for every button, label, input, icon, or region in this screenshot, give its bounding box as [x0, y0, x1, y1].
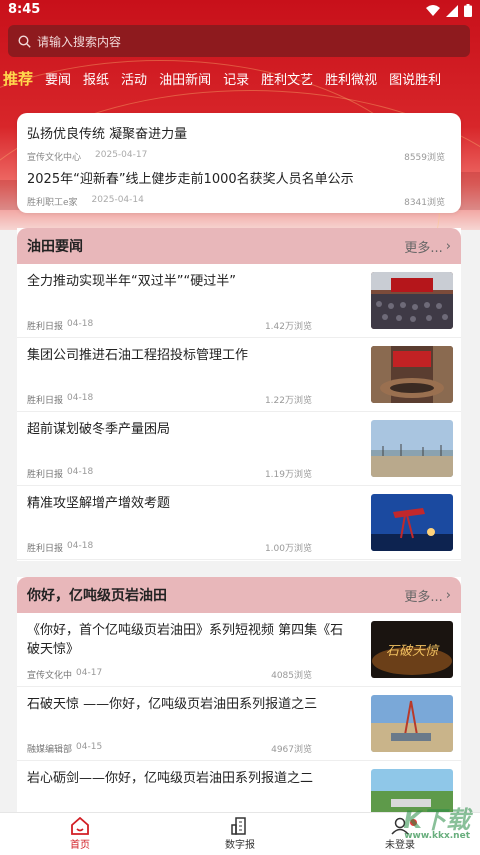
wifi-icon [426, 5, 440, 16]
news-title: 精准攻坚解增产增效考题 [27, 496, 171, 511]
news-meta: 宣传文化中 04-17 4085浏览 [27, 668, 312, 681]
news-item[interactable]: 精准攻坚解增产增效考题 胜利日报 04-18 1.00万浏览 [17, 486, 461, 560]
top-news-title: 2025年“迎新春”线上健步走前1000名获奖人员名单公示 [27, 172, 354, 187]
pumpjack-night-thumbnail[interactable] [371, 494, 453, 551]
tab-headlines[interactable]: 要闻 [39, 69, 77, 88]
section-header: 油田要闻 更多... › [17, 228, 461, 264]
nav-home[interactable]: 首页 [0, 813, 160, 855]
news-date: 04-17 [76, 668, 103, 678]
chevron-right-icon: › [445, 587, 451, 603]
news-item[interactable]: 集团公司推进石油工程招投标管理工作 胜利日报 04-18 1.22万浏览 [17, 338, 461, 412]
news-date: 04-18 [67, 393, 94, 403]
building-icon [231, 817, 246, 835]
tab-recommend[interactable]: 推荐 [0, 68, 39, 89]
category-tabs: 推荐 要闻 报纸 活动 油田新闻 记录 胜利文艺 胜利微视 图说胜利 [0, 64, 480, 92]
section-title: 你好，亿吨级页岩油田 [27, 588, 167, 604]
status-time: 8:45 [8, 2, 41, 17]
tab-photo-stories[interactable]: 图说胜利 [383, 69, 447, 88]
news-meta: 胜利日报 04-18 1.19万浏览 [27, 467, 312, 480]
chevron-right-icon: › [445, 238, 451, 254]
news-title: 石破天惊 ——你好，亿吨级页岩油田系列报道之三 [27, 697, 318, 712]
news-date: 04-15 [76, 742, 103, 752]
nav-digital-paper-label: 数字报 [225, 840, 255, 851]
home-icon [71, 817, 89, 835]
section-title: 油田要闻 [27, 239, 83, 255]
news-item[interactable]: 《你好，首个亿吨级页岩油田》系列短视频 第四集《石破天惊》 宣传文化中 04-1… [17, 613, 461, 687]
news-item[interactable]: 岩心砺剑——你好，亿吨级页岩油田系列报道之二 [17, 761, 461, 812]
news-title: 岩心砺剑——你好，亿吨级页岩油田系列报道之二 [27, 771, 314, 786]
news-date: 04-18 [67, 541, 94, 551]
news-source: 宣传文化中 [27, 671, 73, 681]
meeting-hall-thumbnail[interactable] [371, 272, 453, 329]
search-icon [18, 34, 31, 48]
news-source: 胜利日报 [27, 396, 64, 406]
news-source: 胜利职工e家 [27, 198, 78, 208]
top-news-meta: 胜利职工e家 2025-04-14 8341浏览 [27, 195, 445, 208]
tab-activities[interactable]: 活动 [115, 69, 153, 88]
news-views: 1.00万浏览 [264, 544, 312, 554]
news-date: 04-18 [67, 467, 94, 477]
top-news-card: 弘扬优良传统 凝聚奋进力量 宣传文化中心 2025-04-17 8559浏览 2… [17, 113, 461, 213]
drilling-site-thumbnail[interactable] [371, 695, 453, 752]
news-item[interactable]: 石破天惊 ——你好，亿吨级页岩油田系列报道之三 融媒编辑部 04-15 4967… [17, 687, 461, 761]
news-views: 4085浏览 [271, 671, 312, 681]
tab-literature[interactable]: 胜利文艺 [255, 69, 319, 88]
more-link[interactable]: 更多... › [404, 586, 451, 605]
news-meta: 胜利日报 04-18 1.00万浏览 [27, 541, 312, 554]
news-source: 融媒编辑部 [27, 745, 73, 755]
tab-oilfield-news[interactable]: 油田新闻 [153, 69, 217, 88]
news-meta: 融媒编辑部 04-15 4967浏览 [27, 742, 312, 755]
news-source: 胜利日报 [27, 544, 64, 554]
site-watermark: K下载 www.kkx.net [403, 800, 470, 841]
watermark-text: K下载 [403, 806, 470, 834]
news-source: 宣传文化中心 [27, 153, 82, 163]
top-news-title: 弘扬优良传统 凝聚奋进力量 [27, 127, 188, 142]
news-views: 1.22万浏览 [264, 396, 312, 406]
nav-home-label: 首页 [70, 840, 90, 851]
news-views: 1.19万浏览 [264, 470, 312, 480]
news-views: 8341浏览 [404, 198, 445, 208]
more-link[interactable]: 更多... › [404, 237, 451, 256]
search-placeholder[interactable]: 请输入搜索内容 [37, 33, 121, 50]
news-meta: 胜利日报 04-18 1.22万浏览 [27, 393, 312, 406]
search-bar[interactable]: 请输入搜索内容 [8, 25, 470, 57]
news-date: 04-18 [67, 319, 94, 329]
news-title: 全力推动实现半年“双过半”“硬过半” [27, 274, 236, 289]
status-icons [426, 4, 472, 17]
news-views: 1.42万浏览 [264, 322, 312, 332]
watermark-url: www.kkx.net [404, 831, 470, 841]
news-title: 集团公司推进石油工程招投标管理工作 [27, 348, 249, 363]
battery-icon [464, 4, 472, 17]
news-date: 2025-04-17 [95, 150, 148, 160]
news-source: 胜利日报 [27, 322, 64, 332]
news-source: 胜利日报 [27, 470, 64, 480]
nav-digital-paper[interactable]: 数字报 [160, 813, 320, 855]
news-item[interactable]: 全力推动实现半年“双过半”“硬过半” 胜利日报 04-18 1.42万浏览 [17, 264, 461, 338]
top-news-item[interactable]: 弘扬优良传统 凝聚奋进力量 宣传文化中心 2025-04-17 8559浏览 [27, 123, 445, 163]
oilfield-headlines-section: 油田要闻 更多... › 全力推动实现半年“双过半”“硬过半” 胜利日报 04-1… [17, 228, 461, 561]
oilfield-landscape-thumbnail[interactable] [371, 420, 453, 477]
video-cover-thumbnail[interactable]: 石破天惊 [371, 621, 453, 678]
news-meta: 胜利日报 04-18 1.42万浏览 [27, 319, 312, 332]
top-news-meta: 宣传文化中心 2025-04-17 8559浏览 [27, 150, 445, 163]
video-cover-title: 石破天惊 [386, 644, 440, 659]
news-views: 8559浏览 [404, 153, 445, 163]
tab-micro-video[interactable]: 胜利微视 [319, 69, 383, 88]
tab-newspaper[interactable]: 报纸 [77, 69, 115, 88]
conference-room-thumbnail[interactable] [371, 346, 453, 403]
news-date: 2025-04-14 [91, 195, 144, 205]
shale-oilfield-section: 你好，亿吨级页岩油田 更多... › 《你好，首个亿吨级页岩油田》系列短视频 第四… [17, 577, 461, 812]
tab-records[interactable]: 记录 [217, 69, 255, 88]
signal-icon [446, 4, 458, 17]
news-title: 超前谋划破冬季产量困局 [27, 422, 171, 437]
news-title: 《你好，首个亿吨级页岩油田》系列短视频 第四集《石破天惊》 [27, 623, 344, 657]
news-item[interactable]: 超前谋划破冬季产量困局 胜利日报 04-18 1.19万浏览 [17, 412, 461, 486]
section-header: 你好，亿吨级页岩油田 更多... › [17, 577, 461, 613]
top-news-item[interactable]: 2025年“迎新春”线上健步走前1000名获奖人员名单公示 胜利职工e家 202… [27, 168, 445, 208]
status-bar: 8:45 [0, 0, 480, 22]
news-views: 4967浏览 [271, 745, 312, 755]
